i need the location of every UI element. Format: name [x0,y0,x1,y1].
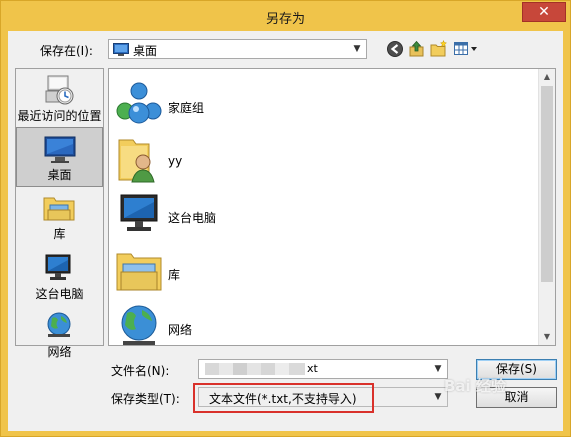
library-icon [42,192,76,227]
file-type-value: 文本文件(*.txt,不支持导入) [209,392,357,406]
place-label: 最近访问的位置 [17,109,102,123]
dialog-body: 保存在(I): 桌面 ▼ 最近访问的位置 桌面 库 这台电脑 网络 家庭组 yy… [8,31,563,431]
place-label: 网络 [47,345,72,359]
network-icon [115,303,163,352]
file-name-label: 文件名(N): [111,364,170,378]
close-button[interactable]: ✕ [522,2,566,22]
file-list[interactable]: 家庭组 yy 这台电脑 库 网络 ▲ ▼ [108,68,556,346]
place-desktop[interactable]: 桌面 [16,127,103,187]
user-folder-icon [115,136,163,187]
list-item-homegroup[interactable]: 家庭组 [115,79,365,133]
file-type-label: 保存类型(T): [111,392,180,406]
list-item-label: 家庭组 [168,101,205,115]
save-in-label: 保存在(I): [40,44,93,58]
desktop-icon [43,133,77,168]
place-recent[interactable]: 最近访问的位置 [16,69,103,129]
library-icon [115,248,163,297]
scroll-up-icon[interactable]: ▲ [539,69,555,85]
cancel-button[interactable]: 取消 [476,387,557,408]
file-type-dropdown[interactable]: 文本文件(*.txt,不支持导入) ▼ [198,387,448,407]
place-network[interactable]: 网络 [16,305,103,365]
save-button[interactable]: 保存(S) [476,359,557,380]
computer-icon [42,252,76,287]
scroll-down-icon[interactable]: ▼ [539,329,555,345]
list-item-label: 网络 [168,323,193,337]
list-item-user-folder[interactable]: yy [115,134,365,188]
chevron-down-icon[interactable]: ▼ [350,42,364,56]
file-name-input[interactable]: xt ▼ [198,359,448,379]
recent-places-icon [42,74,76,109]
places-bar: 最近访问的位置 桌面 库 这台电脑 网络 [15,68,104,359]
place-label: 库 [53,227,66,241]
list-item-label: yy [168,154,183,168]
title-bar[interactable]: 另存为 ✕ [1,1,570,31]
view-menu-icon[interactable] [453,40,479,58]
scrollbar-thumb[interactable] [541,86,553,282]
dialog-title: 另存为 [265,12,305,27]
back-arrow-icon[interactable] [386,40,406,58]
file-name-value: xt [307,362,318,375]
save-in-dropdown[interactable]: 桌面 ▼ [108,39,367,59]
desktop-icon [113,43,129,59]
network-icon [42,310,76,345]
chevron-down-icon[interactable]: ▼ [431,390,445,404]
save-as-dialog: 另存为 ✕ 保存在(I): 桌面 ▼ 最近访问的位置 桌面 库 这台电脑 网络 … [0,0,571,437]
chevron-down-icon[interactable]: ▼ [431,362,445,376]
homegroup-icon [115,81,163,130]
list-item-label: 这台电脑 [168,211,217,225]
redacted-text [205,363,305,375]
place-computer[interactable]: 这台电脑 [16,247,103,307]
new-folder-icon[interactable] [430,39,450,58]
vertical-scrollbar[interactable]: ▲ ▼ [538,69,555,345]
place-library[interactable]: 库 [16,187,103,247]
up-folder-icon[interactable] [408,40,428,58]
list-item-label: 库 [168,268,181,282]
place-label: 桌面 [47,168,72,182]
list-item-network[interactable]: 网络 [115,301,365,355]
save-in-value: 桌面 [133,44,158,58]
list-item-computer[interactable]: 这台电脑 [115,189,365,243]
place-label: 这台电脑 [35,287,84,301]
list-item-library[interactable]: 库 [115,246,365,300]
computer-icon [115,191,163,240]
